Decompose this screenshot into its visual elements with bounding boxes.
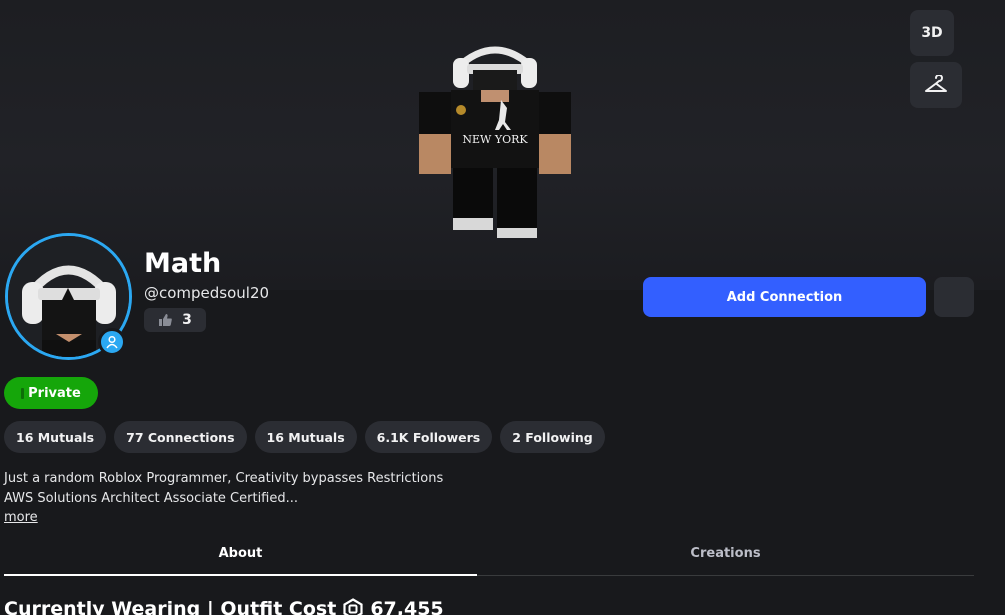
tab-active-indicator [4, 574, 477, 576]
username: @compedsoul20 [144, 284, 270, 302]
stat-connections[interactable]: 77 Connections [114, 421, 247, 453]
display-name: Math [144, 248, 222, 279]
avatar-stage: NEW YORK 3D [0, 0, 1005, 290]
bio: Just a random Roblox Programmer, Creativ… [4, 469, 604, 509]
more-options-button[interactable] [934, 277, 974, 317]
avatar-shirt-text: NEW YORK [462, 133, 528, 146]
outfit-cost: 67,455 [370, 598, 444, 615]
likes-count: 3 [182, 312, 192, 328]
avatar-3d-model: NEW YORK [419, 46, 571, 238]
add-connection-button[interactable]: Add Connection [643, 277, 926, 317]
likes-chip[interactable]: 3 [144, 308, 206, 332]
stats-row: 16 Mutuals 77 Connections 16 Mutuals 6.1… [4, 421, 605, 453]
profile-page: NEW YORK 3D Math @compedsoul20 3 Add Con… [0, 0, 1005, 615]
stat-following[interactable]: 2 Following [500, 421, 605, 453]
private-indicator-icon [21, 387, 25, 399]
section-title: Currently Wearing | Outfit Cost [4, 598, 337, 615]
robux-icon [343, 598, 363, 615]
private-label: Private [28, 385, 81, 401]
presence-badge [98, 328, 126, 356]
tab-creations[interactable]: Creations [477, 530, 974, 576]
user-icon [106, 335, 118, 349]
private-status-badge: Private [4, 377, 98, 409]
stat-mutuals-2[interactable]: 16 Mutuals [254, 421, 357, 453]
bio-line-2: AWS Solutions Architect Associate Certif… [4, 491, 299, 506]
currently-wearing-heading: Currently Wearing | Outfit Cost 67,455 [4, 598, 444, 615]
hanger-icon [925, 75, 947, 92]
stat-mutuals[interactable]: 16 Mutuals [4, 421, 107, 453]
tab-about[interactable]: About [4, 530, 477, 576]
thumbs-up-icon [159, 314, 172, 326]
bio-line-1: Just a random Roblox Programmer, Creativ… [4, 471, 444, 486]
bio-more-link[interactable]: more [4, 510, 38, 525]
stat-followers[interactable]: 6.1K Followers [364, 421, 493, 453]
toggle-3d-button[interactable]: 3D [910, 10, 954, 56]
profile-tabs: About Creations [4, 530, 974, 576]
outfit-hanger-button[interactable] [910, 62, 962, 108]
